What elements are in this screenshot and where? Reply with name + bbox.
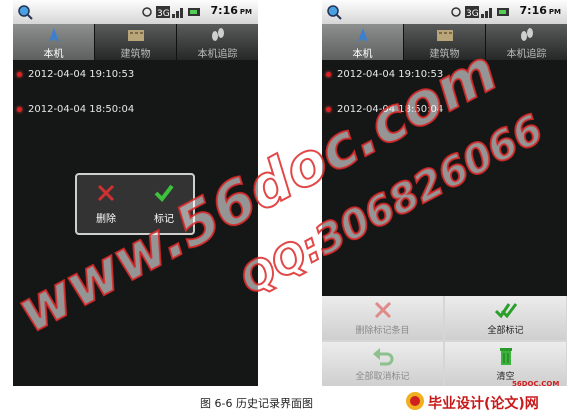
compass-arrow-icon	[48, 28, 59, 42]
network-3g-icon: 3G	[156, 6, 170, 18]
tab-label: 本机追踪	[197, 49, 238, 60]
tab-bar: 本机 建筑物 本机追踪	[13, 24, 258, 60]
footprints-icon	[211, 28, 224, 41]
undo-arrow-icon	[372, 348, 393, 366]
double-check-icon	[494, 303, 517, 319]
delete-x-icon	[97, 184, 115, 202]
delete-x-icon	[374, 301, 391, 319]
tab-tracking[interactable]: 本机追踪	[177, 24, 258, 60]
svg-text:3G: 3G	[157, 9, 170, 18]
record-dot-icon	[17, 106, 22, 112]
tab-label: 建筑物	[120, 49, 151, 60]
list-item[interactable]: 2012-04-04 18:50:04	[17, 102, 134, 116]
trash-icon	[499, 348, 512, 365]
status-time-suffix: PM	[548, 8, 561, 16]
svg-text:3G: 3G	[466, 9, 479, 18]
record-dot-icon	[326, 106, 331, 112]
status-time: 7:16 PM	[519, 4, 561, 17]
compass-arrow-icon	[357, 28, 368, 42]
network-3g-icon: 3G	[465, 6, 479, 18]
battery-icon	[188, 8, 200, 16]
gps-icon	[142, 7, 152, 17]
search-icon	[327, 5, 342, 20]
options-menu: 删除标记条目 全部标记 全部取消标记 清空	[322, 296, 567, 386]
tab-local[interactable]: 本机	[13, 24, 95, 60]
record-dot-icon	[326, 71, 331, 77]
unmark-all-button[interactable]: 全部取消标记	[322, 342, 443, 386]
status-bar: 3G 7:16 PM	[322, 0, 567, 24]
delete-marked-button[interactable]: 删除标记条目	[322, 296, 443, 340]
tab-building[interactable]: 建筑物	[95, 24, 177, 60]
footprints-icon	[520, 28, 533, 41]
status-time: 7:16 PM	[210, 4, 252, 17]
tab-tracking[interactable]: 本机追踪	[486, 24, 567, 60]
signal-icon	[172, 8, 183, 18]
mark-all-button[interactable]: 全部标记	[445, 296, 566, 340]
site-logo-domain: 56DOC.COM	[512, 380, 560, 388]
building-icon	[436, 30, 453, 41]
figure-caption: 图 6-6 历史记录界面图	[200, 397, 313, 410]
history-timestamp: 2012-04-04 18:50:04	[28, 103, 135, 115]
building-icon	[127, 30, 144, 41]
history-timestamp: 2012-04-04 19:10:53	[28, 68, 135, 80]
tab-label: 本机	[43, 49, 64, 60]
menu-label: 全部取消标记	[355, 372, 410, 382]
tab-local[interactable]: 本机	[322, 24, 404, 60]
battery-icon	[497, 8, 509, 16]
site-logo-icon	[406, 392, 424, 410]
tab-label: 本机追踪	[506, 49, 547, 60]
tab-label: 本机	[352, 49, 373, 60]
status-bar: 3G 7:16 PM	[13, 0, 258, 24]
gps-icon	[451, 7, 461, 17]
menu-label: 全部标记	[487, 326, 524, 336]
menu-label: 删除标记条目	[355, 326, 410, 336]
list-item[interactable]: 2012-04-04 19:10:53	[17, 67, 134, 81]
status-time-suffix: PM	[239, 8, 252, 16]
record-dot-icon	[17, 71, 22, 77]
site-logo-text: 毕业设计(论文)网	[428, 396, 539, 412]
signal-icon	[481, 8, 492, 18]
search-icon	[18, 5, 33, 20]
